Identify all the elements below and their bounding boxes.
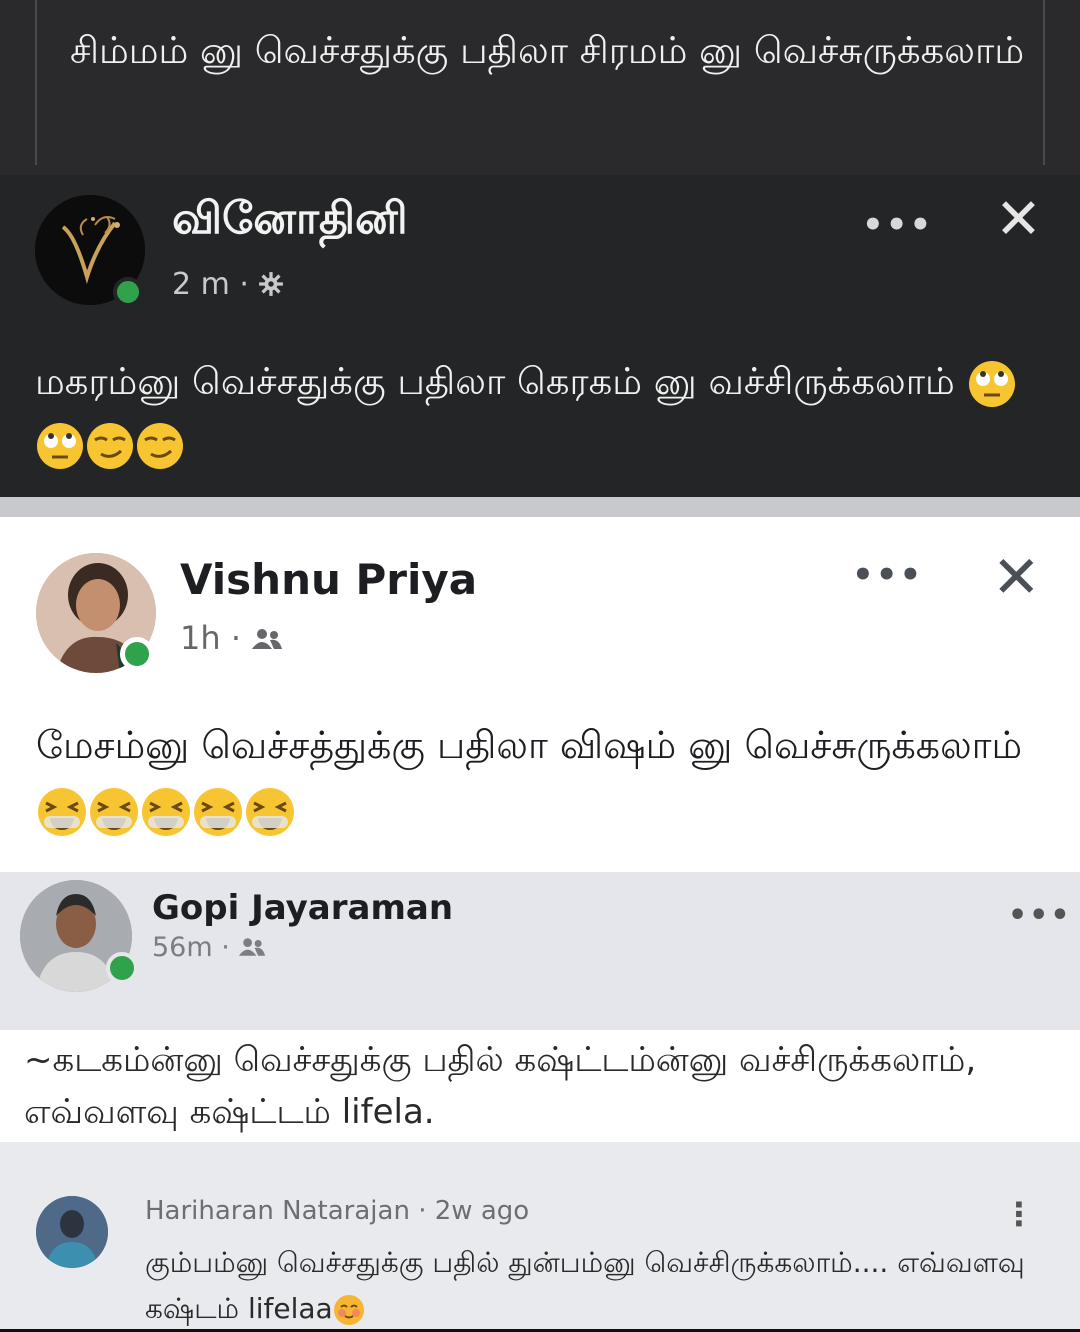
post-meta: 2 m · [172,267,284,302]
author-name[interactable]: வினோதினி [172,193,408,250]
online-status-dot [120,637,154,671]
smirk-emoji-icon [137,422,183,469]
blushing-emoji-icon [333,1295,364,1325]
post-time[interactable]: 2 m [172,267,230,302]
author-name[interactable]: Vishnu Priya [180,555,477,604]
laughing-emoji-icon [246,787,294,836]
laughing-emoji-icon [90,787,138,836]
quote-bar-right [1043,0,1045,165]
more-options-button[interactable]: ⋮ [1003,1198,1035,1230]
post-text: மகரம்னு வெச்சதுக்கு பதிலா கெரகம் னு வச்ச… [35,360,955,403]
author-name[interactable]: Hariharan Natarajan [145,1196,410,1226]
close-button[interactable]: ✕ [995,187,1042,252]
post-time[interactable]: 56m [152,932,213,963]
close-button[interactable]: ✕ [992,543,1041,611]
quote-text: சிம்மம் னு வெச்சதுக்கு பதிலா சிரமம் னு வ… [70,29,1025,72]
laughing-emoji-icon [142,787,190,836]
quote-bar-left [35,0,37,165]
comment-body: ~கடகம்ன்னு வெச்சதுக்கு பதில் கஷ்ட்டம்ன்ன… [0,1030,1080,1142]
gear-icon [259,272,284,296]
comment-meta: Hariharan Natarajan · 2w ago [145,1196,529,1226]
online-status-dot [113,277,143,307]
rolling-eyes-emoji-icon [37,422,83,469]
friends-icon [252,629,283,649]
comment-time: 2w ago [434,1196,530,1226]
author-name[interactable]: Gopi Jayaraman [152,888,453,928]
laughing-emoji-icon [194,787,242,836]
comment-reply: Hariharan Natarajan · 2w ago ⋮ கும்பம்னு… [0,1142,1080,1329]
laughing-emoji-icon [38,787,86,836]
more-options-button[interactable]: ••• [862,205,933,245]
comment-text: கும்பம்னு வெச்சதுக்கு பதில் துன்பம்னு வெ… [145,1246,1025,1325]
comment-text: ~கடகம்ன்னு வெச்சதுக்கு பதில் கஷ்ட்டம்ன்ன… [24,1040,977,1132]
post-meta: 56m · [152,932,266,963]
avatar[interactable] [36,1196,108,1268]
profile-photo-icon [36,1196,108,1268]
post-text: மேசம்னு வெச்சத்துக்கு பதிலா விஷம் னு வெச… [36,723,1023,767]
post-light: Vishnu Priya 1h · ••• ✕ மேசம்னு வெச்சத்த… [0,517,1080,872]
more-options-button[interactable]: ••• [1008,898,1072,933]
post-meta: 1h · [180,619,283,657]
more-options-button[interactable]: ••• [852,555,923,595]
meta-separator: · [230,619,252,657]
divider [0,497,1080,517]
post-body: மகரம்னு வெச்சதுக்கு பதிலா கெரகம் னு வச்ச… [35,351,1055,475]
friends-icon [239,938,266,956]
meta-separator: · [221,932,239,963]
quoted-comment: சிம்மம் னு வெச்சதுக்கு பதிலா சிரமம் னு வ… [0,0,1080,175]
emoji-group [36,787,296,836]
comment-text-wrap: கும்பம்னு வெச்சதுக்கு பதில் துன்பம்னு வெ… [145,1240,1045,1332]
post-body: மேசம்னு வெச்சத்துக்கு பதிலா விஷம் னு வெச… [36,713,1056,841]
meta-separator: · [418,1196,435,1226]
rolling-eyes-emoji-icon [968,360,1015,407]
smirk-emoji-icon [87,422,133,469]
comment-header: Gopi Jayaraman 56m · ••• [0,872,1080,1030]
post-time[interactable]: 1h [180,619,221,657]
post-dark: வினோதினி 2 m · ••• ✕ மகரம்னு வெச்சதுக்கு… [0,175,1080,497]
meta-separator: · [239,267,259,302]
online-status-dot [106,952,138,984]
